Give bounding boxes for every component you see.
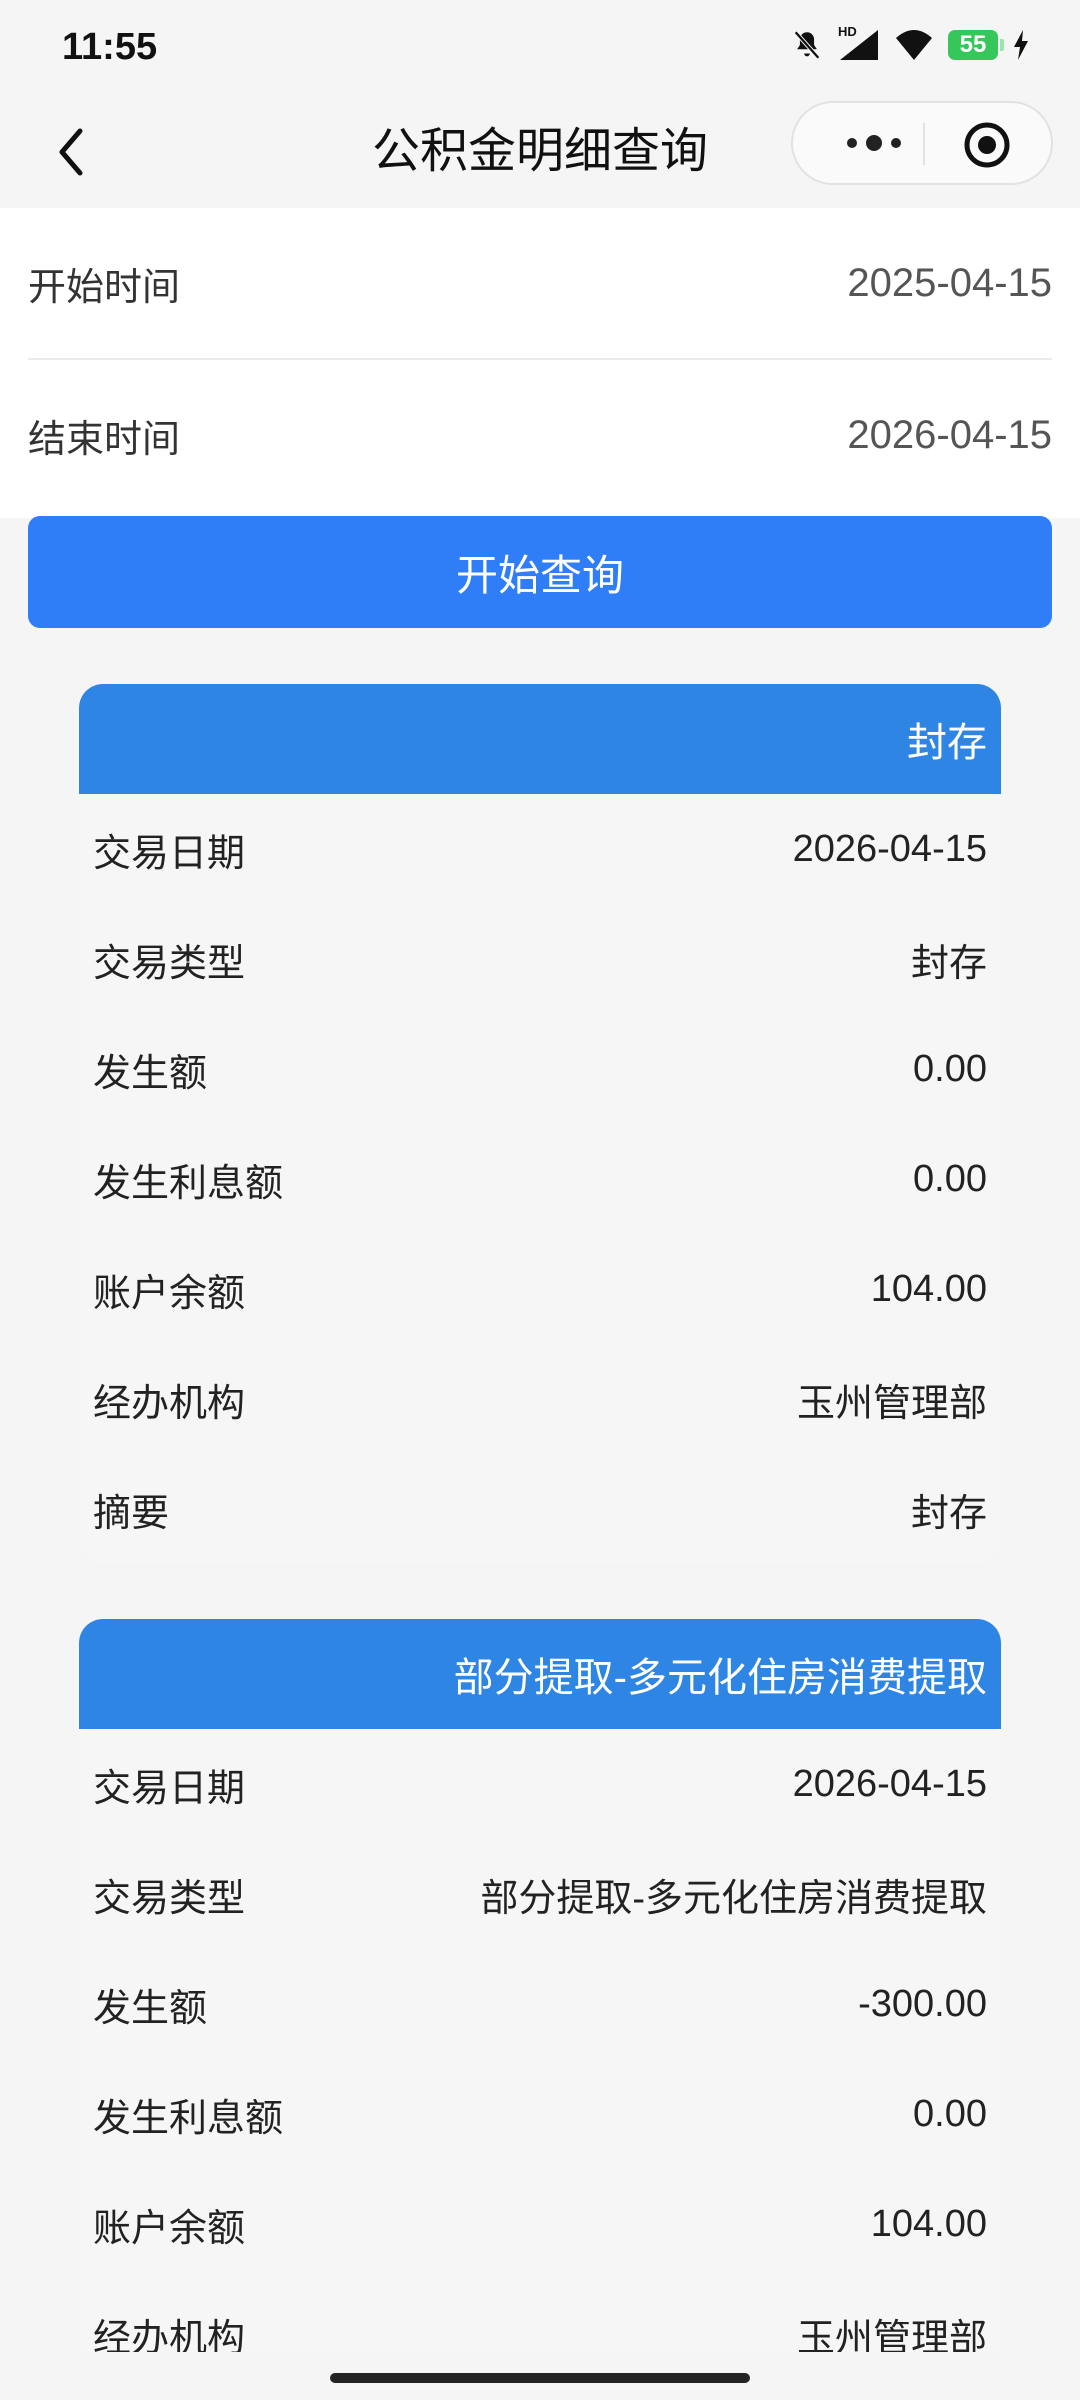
start-query-button[interactable]: 开始查询 [28, 516, 1052, 628]
more-dots-icon [847, 138, 857, 148]
status-icons: HD 55 [790, 24, 1030, 62]
charging-bolt-icon [1014, 30, 1028, 60]
record-row: 摘要 封存 [79, 1454, 1001, 1564]
navigation-bar: 公积金明细查询 [0, 95, 1080, 208]
mini-program-capsule [791, 101, 1053, 185]
start-date-row[interactable]: 开始时间 2025-04-15 [28, 208, 1052, 360]
more-dot-center [866, 135, 882, 151]
home-indicator[interactable] [330, 2373, 750, 2383]
end-date-label: 结束时间 [28, 418, 181, 461]
mute-bell-icon [794, 30, 820, 60]
record-value: 封存 [910, 942, 987, 985]
battery-icon: 55 [948, 30, 1004, 60]
record-row: 发生利息额 0.00 [79, 1124, 1001, 1234]
record-value: 104.00 [870, 2202, 987, 2245]
record-label: 账户余额 [93, 1272, 246, 1315]
capsule-divider [923, 123, 925, 165]
record-label: 交易日期 [93, 1767, 246, 1810]
start-date-label: 开始时间 [28, 266, 181, 309]
wifi-icon [896, 30, 932, 60]
record-value: 玉州管理部 [796, 1382, 987, 1425]
record-label: 交易类型 [93, 1877, 246, 1920]
record-value: 0.00 [913, 1157, 987, 1200]
record-value: 封存 [910, 1492, 987, 1535]
record-row: 交易日期 2026-04-15 [79, 1729, 1001, 1839]
record-card: 部分提取-多元化住房消费提取 交易日期 2026-04-15 交易类型 部分提取… [79, 1619, 1001, 2379]
hd-signal-icon: HD [838, 24, 880, 62]
gesture-bar-area [0, 2352, 1080, 2400]
record-label: 经办机构 [93, 1382, 246, 1425]
date-range-form: 开始时间 2025-04-15 结束时间 2026-04-15 [0, 208, 1080, 518]
record-label: 交易类型 [93, 942, 246, 985]
record-value: 2026-04-15 [792, 827, 987, 870]
start-date-value[interactable]: 2025-04-15 [847, 261, 1052, 306]
record-row: 账户余额 104.00 [79, 2169, 1001, 2279]
record-value: 0.00 [913, 1047, 987, 1090]
record-value: 0.00 [913, 2092, 987, 2135]
record-label: 交易日期 [93, 832, 246, 875]
record-label: 发生利息额 [93, 2097, 284, 2140]
record-value: 104.00 [870, 1267, 987, 1310]
record-row: 账户余额 104.00 [79, 1234, 1001, 1344]
more-dot-right [891, 138, 901, 148]
status-bar: 11:55 HD 55 [0, 0, 1080, 95]
record-label: 账户余额 [93, 2207, 246, 2250]
record-row: 发生利息额 0.00 [79, 2059, 1001, 2169]
record-card-header: 部分提取-多元化住房消费提取 [79, 1619, 1001, 1729]
record-label: 发生利息额 [93, 1162, 284, 1205]
record-row: 交易日期 2026-04-15 [79, 794, 1001, 904]
record-card: 封存 交易日期 2026-04-15 交易类型 封存 发生额 0.00 发生利息… [79, 684, 1001, 1564]
record-row: 发生额 0.00 [79, 1014, 1001, 1124]
back-button[interactable] [36, 117, 106, 187]
end-date-row[interactable]: 结束时间 2026-04-15 [28, 360, 1052, 510]
record-row: 经办机构 玉州管理部 [79, 1344, 1001, 1454]
end-date-value[interactable]: 2026-04-15 [847, 413, 1052, 458]
record-row: 交易类型 部分提取-多元化住房消费提取 [79, 1839, 1001, 1949]
record-row: 发生额 -300.00 [79, 1949, 1001, 2059]
record-card-header: 封存 [79, 684, 1001, 794]
status-time: 11:55 [62, 26, 158, 68]
record-value: 部分提取-多元化住房消费提取 [480, 1877, 987, 1920]
more-button[interactable] [829, 103, 919, 183]
record-label: 发生额 [93, 1052, 208, 1095]
record-value: -300.00 [858, 1982, 987, 2025]
record-row: 交易类型 封存 [79, 904, 1001, 1014]
record-label: 摘要 [93, 1492, 170, 1535]
record-value: 2026-04-15 [792, 1762, 987, 1805]
close-target-icon[interactable] [963, 121, 1011, 169]
record-label: 发生额 [93, 1987, 208, 2030]
chevron-left-icon [59, 128, 83, 176]
